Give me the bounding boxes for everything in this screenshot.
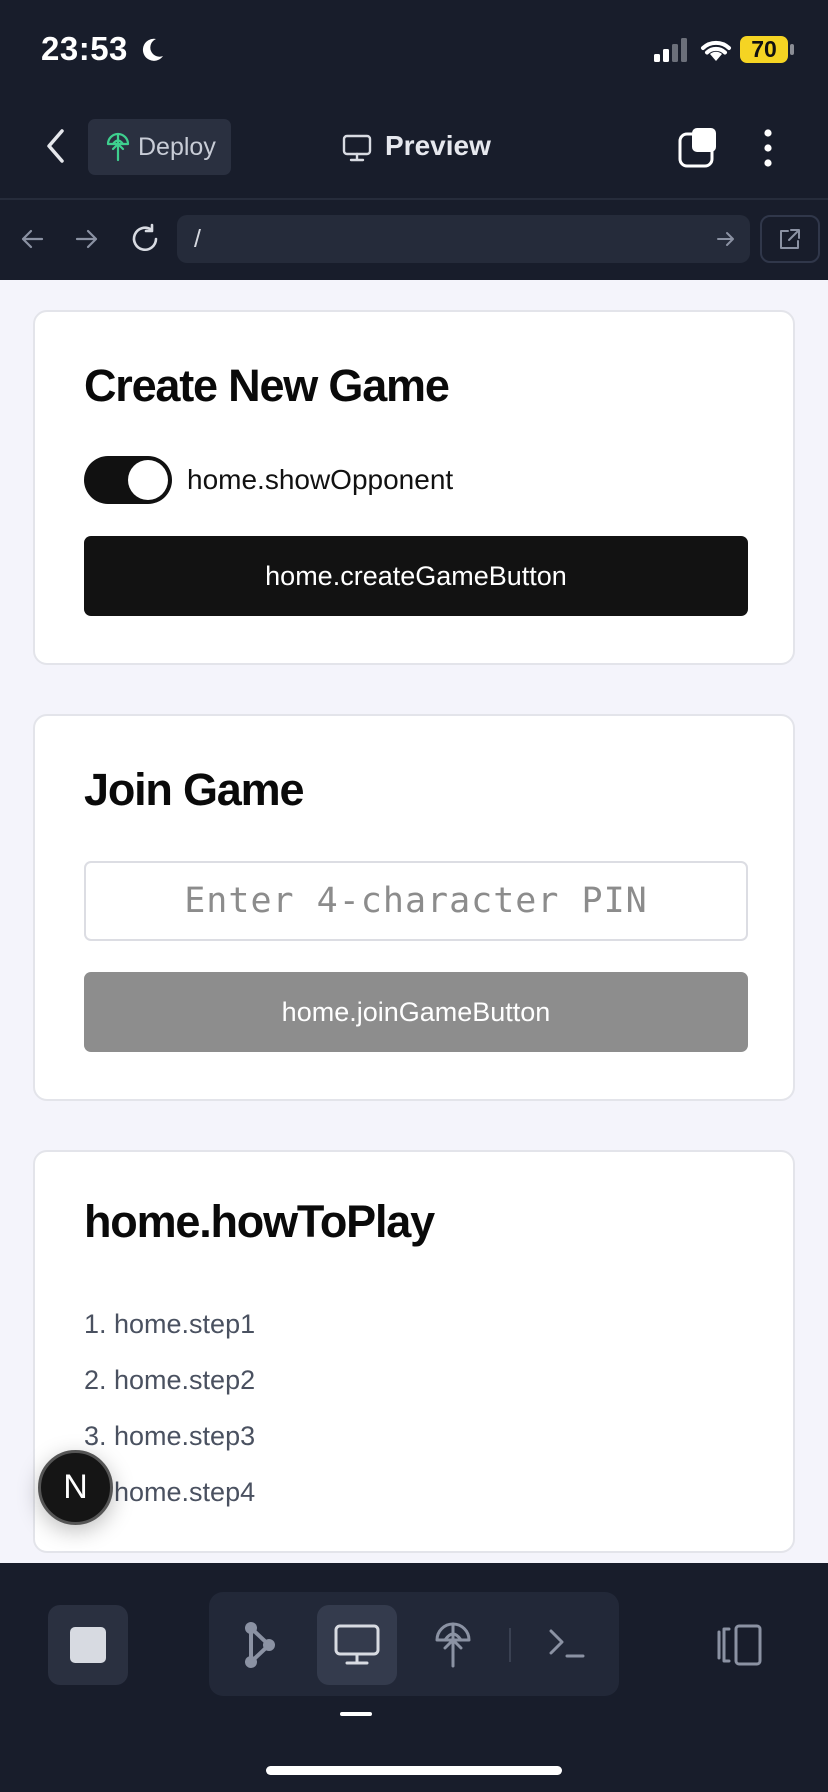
step-item: 3. home.step3 — [84, 1421, 256, 1451]
battery-level: 70 — [740, 36, 788, 63]
nextjs-badge[interactable]: N — [38, 1450, 113, 1525]
moon-icon — [142, 38, 163, 61]
deploy-label: Deploy — [138, 133, 216, 161]
create-game-card: Create New Game home.showOpponent home.c… — [33, 310, 795, 665]
divider — [509, 1628, 511, 1662]
status-time: 23:53 — [41, 30, 128, 67]
wifi-icon — [701, 40, 731, 61]
step-item: 2. home.step2 — [84, 1365, 256, 1395]
external-link-icon — [780, 229, 800, 249]
split-view-icon[interactable] — [716, 1624, 764, 1666]
battery-tip-icon — [790, 44, 794, 55]
active-tab-indicator — [340, 1712, 372, 1716]
terminal-icon[interactable] — [548, 1628, 586, 1660]
preview-content: Create New Game home.showOpponent home.c… — [0, 280, 828, 1563]
deploy-icon — [106, 132, 130, 162]
create-game-button[interactable]: home.createGameButton — [84, 536, 748, 616]
home-indicator — [266, 1766, 562, 1775]
page-title: Preview — [385, 130, 491, 161]
arrow-right-icon[interactable] — [716, 231, 736, 247]
chevron-left-icon[interactable] — [44, 128, 68, 164]
stop-icon — [70, 1627, 106, 1663]
more-vertical-icon[interactable] — [762, 128, 774, 168]
how-to-play-card: home.howToPlay 1. home.step1 2. home.ste… — [33, 1150, 795, 1553]
show-opponent-toggle[interactable] — [84, 456, 172, 504]
arrow-left-icon[interactable] — [20, 228, 44, 250]
signal-icon — [654, 38, 687, 62]
tabs-icon[interactable] — [678, 128, 718, 168]
url-path: / — [194, 225, 201, 253]
monitor-icon — [334, 1624, 380, 1665]
show-opponent-label: home.showOpponent — [187, 464, 454, 495]
reload-icon[interactable] — [130, 223, 160, 254]
how-to-play-title: home.howToPlay — [84, 1196, 435, 1247]
toggle-knob — [128, 460, 168, 500]
graph-icon[interactable] — [243, 1621, 277, 1669]
join-game-button[interactable]: home.joinGameButton — [84, 972, 748, 1052]
join-game-title: Join Game — [84, 764, 304, 815]
arrow-right-icon[interactable] — [75, 228, 99, 250]
pin-input[interactable] — [84, 861, 748, 941]
deploy-icon[interactable] — [434, 1620, 472, 1668]
step-item: 1. home.step1 — [84, 1309, 256, 1339]
monitor-icon — [342, 134, 372, 162]
create-game-title: Create New Game — [84, 360, 450, 411]
stop-button[interactable] — [48, 1605, 128, 1685]
url-input[interactable] — [177, 215, 750, 263]
join-game-card: Join Game home.joinGameButton — [33, 714, 795, 1101]
